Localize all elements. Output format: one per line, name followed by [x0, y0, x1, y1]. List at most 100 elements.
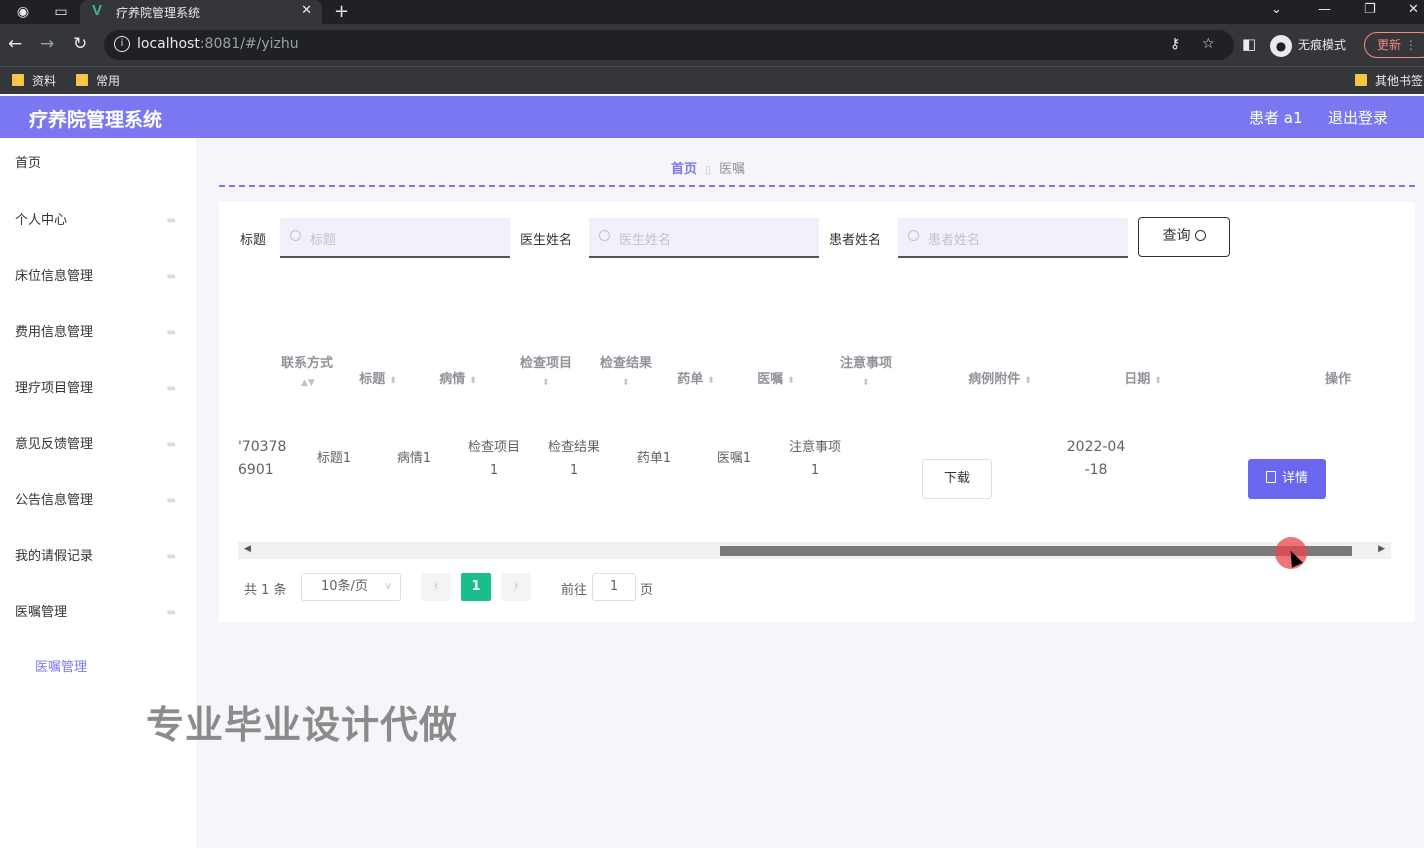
- key-icon[interactable]: ⚷: [1170, 36, 1180, 52]
- chevron-down-icon: ▬: [166, 271, 176, 282]
- breadcrumb-current: 医嘱: [719, 162, 746, 177]
- col-header-advice[interactable]: 医嘱 ⬍: [746, 368, 806, 387]
- cell-title: 标题1: [316, 451, 352, 466]
- chevron-down-icon: ▬: [166, 439, 176, 450]
- sort-icon[interactable]: ⬍: [862, 378, 870, 388]
- title-filter-label: 标题: [240, 233, 267, 248]
- update-button[interactable]: 更新 ⋮: [1364, 32, 1424, 58]
- cell-contact: '70378 6901: [238, 439, 287, 478]
- goto-page-input[interactable]: 1: [592, 573, 636, 601]
- sidepanel-icon[interactable]: ◧: [1242, 34, 1256, 54]
- goto-label: 前往: [561, 583, 588, 598]
- tab-search-icon[interactable]: ▭: [52, 3, 70, 21]
- sidebar-item-personal-center[interactable]: 个人中心 ▬: [0, 201, 196, 241]
- other-bookmarks[interactable]: 其他书签: [1355, 72, 1423, 89]
- app-title: 疗养院管理系统: [29, 109, 163, 131]
- prev-page-button[interactable]: ‹: [421, 573, 451, 601]
- browser-tab-active[interactable]: V 疗养院管理系统 ✕: [80, 0, 322, 24]
- sidebar-item-notice[interactable]: 公告信息管理 ▬: [0, 481, 196, 521]
- address-bar[interactable]: i localhost:8081/#/yizhu ⚷ ☆: [104, 30, 1234, 60]
- col-header-date[interactable]: 日期 ⬍: [1108, 368, 1178, 387]
- col-header-contact[interactable]: 联系方式: [277, 352, 337, 371]
- sort-icon: ⬍: [469, 376, 477, 386]
- sidebar-item-therapy[interactable]: 理疗项目管理 ▬: [0, 369, 196, 409]
- table-header: 联系方式 ▲▼ 标题 ⬍ 病情 ⬍ 检查项目 ⬍ 检查结果 ⬍ 药单 ⬍ 医嘱 ⬍ 注意…: [238, 338, 1391, 414]
- scrollbar-thumb[interactable]: [720, 546, 1352, 556]
- search-icon: [599, 230, 610, 241]
- pagination-total: 共 1 条: [244, 583, 287, 598]
- site-info-icon[interactable]: i: [114, 36, 130, 52]
- title-search-input[interactable]: 标题: [280, 218, 510, 258]
- next-page-button[interactable]: ›: [501, 573, 531, 601]
- patient-search-input[interactable]: 患者姓名: [898, 218, 1128, 258]
- sidebar-item-home[interactable]: 首页: [0, 144, 196, 184]
- cell-exam-result: 检查结果 1: [547, 440, 600, 478]
- cell-date: 2022-04 -18: [1066, 439, 1126, 478]
- watermark-text: 专业毕业设计代做: [146, 703, 459, 747]
- sort-icon[interactable]: ⬍: [622, 378, 630, 388]
- current-user: 患者 a1: [1249, 109, 1303, 127]
- bookmark-folder-ziliao[interactable]: 资料: [12, 72, 56, 89]
- page-number-current[interactable]: 1: [461, 573, 491, 601]
- tab-title: 疗养院管理系统: [116, 6, 201, 20]
- sidebar-item-leave-records[interactable]: 我的请假记录 ▬: [0, 537, 196, 577]
- col-header-condition[interactable]: 病情 ⬍: [428, 368, 488, 387]
- cell-exam-item: 检查项目 1: [467, 440, 520, 478]
- restore-icon[interactable]: ❐: [1364, 2, 1376, 17]
- reload-icon[interactable]: ↻: [73, 34, 87, 54]
- chevron-down-icon: ▬: [166, 215, 176, 226]
- divider: [219, 185, 1415, 187]
- bookmark-folder-changyong[interactable]: 常用: [76, 72, 120, 89]
- sort-icon[interactable]: ⬍: [542, 378, 550, 388]
- sort-icon[interactable]: ▲▼: [301, 378, 315, 388]
- chevron-up-icon: ▬: [166, 607, 176, 618]
- scroll-right-icon[interactable]: ▶: [1378, 544, 1385, 554]
- cell-advice: 医嘱1: [716, 451, 752, 466]
- horizontal-scrollbar[interactable]: ◀ ▶: [238, 542, 1391, 559]
- new-tab-button[interactable]: +: [334, 1, 349, 22]
- breadcrumb: 首页 ▯ 医嘱: [671, 158, 745, 177]
- sort-icon: ⬍: [1154, 376, 1162, 386]
- page-size-select[interactable]: 10条/页 ∨: [301, 573, 401, 601]
- incognito-icon: ●: [1270, 34, 1292, 57]
- back-icon[interactable]: ←: [8, 34, 22, 54]
- col-header-actions: 操作: [1324, 372, 1351, 387]
- chevron-down-icon: ∨: [384, 581, 392, 592]
- breadcrumb-separator-icon: ▯: [705, 163, 712, 176]
- incognito-indicator[interactable]: ● 无痕模式: [1270, 30, 1346, 60]
- logout-link[interactable]: 退出登录: [1328, 107, 1388, 128]
- browser-globe-icon[interactable]: ◉: [14, 3, 32, 21]
- window-close-icon[interactable]: ✕: [1408, 2, 1419, 17]
- minimize-icon[interactable]: —: [1318, 2, 1331, 17]
- tab-list-icon[interactable]: ⌄: [1271, 2, 1282, 17]
- col-header-title[interactable]: 标题 ⬍: [348, 368, 408, 387]
- forward-icon[interactable]: →: [40, 34, 54, 54]
- sidebar-subitem-medical-advice[interactable]: 医嘱管理: [35, 656, 87, 675]
- page-suffix: 页: [640, 583, 654, 598]
- sidebar-item-medical-advice[interactable]: 医嘱管理 ▬: [0, 593, 196, 633]
- cell-condition: 病情1: [396, 451, 432, 466]
- bookmark-star-icon[interactable]: ☆: [1202, 36, 1215, 52]
- patient-filter-label: 患者姓名: [829, 233, 882, 248]
- sidebar-item-bed-info[interactable]: 床位信息管理 ▬: [0, 257, 196, 297]
- url-text: localhost:8081/#/yizhu: [137, 36, 299, 52]
- search-icon: [290, 230, 301, 241]
- col-header-exam-result[interactable]: 检查结果: [595, 352, 657, 371]
- col-header-attachment[interactable]: 病例附件 ⬍: [955, 368, 1045, 387]
- col-header-prescription[interactable]: 药单 ⬍: [666, 368, 726, 387]
- browser-toolbar: ← → ↻ i localhost:8081/#/yizhu ⚷ ☆ ◧ ● 无痕…: [0, 24, 1424, 66]
- doctor-search-input[interactable]: 医生姓名: [589, 218, 819, 258]
- sort-icon: ⬍: [707, 376, 715, 386]
- scroll-left-icon[interactable]: ◀: [244, 544, 251, 554]
- folder-icon: [1355, 74, 1367, 86]
- breadcrumb-home[interactable]: 首页: [671, 162, 697, 177]
- download-button[interactable]: 下载: [922, 459, 992, 499]
- sidebar-item-feedback[interactable]: 意见反馈管理 ▬: [0, 425, 196, 465]
- query-button[interactable]: 查询: [1138, 217, 1230, 257]
- col-header-exam-item[interactable]: 检查项目: [515, 352, 577, 371]
- col-header-notes[interactable]: 注意事项: [835, 352, 897, 371]
- detail-button[interactable]: 详情: [1248, 459, 1326, 499]
- bookmarks-bar: 资料 常用 其他书签: [0, 66, 1424, 94]
- tab-close-icon[interactable]: ✕: [301, 3, 312, 18]
- sidebar-item-fee-info[interactable]: 费用信息管理 ▬: [0, 313, 196, 353]
